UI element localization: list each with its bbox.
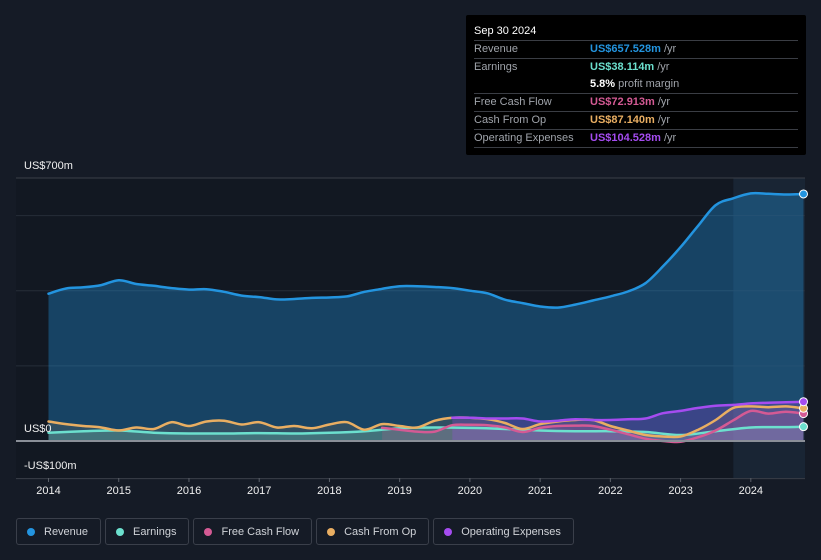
legend-dot-icon [444, 527, 453, 536]
tooltip-unit: /yr [663, 43, 677, 55]
tooltip-row-cash-from-op: Cash From Op US$87.140m /yr [474, 112, 798, 130]
y-tick-label-700: US$700m [24, 160, 73, 172]
tooltip-unit: /yr [663, 132, 677, 144]
legend-item-operating-expenses[interactable]: Operating Expenses [433, 518, 574, 545]
tooltip-value: 5.8% [590, 78, 616, 90]
tooltip-unit: profit margin [618, 78, 680, 90]
legend-dot-icon [204, 527, 213, 536]
legend-label: Operating Expenses [461, 525, 561, 538]
x-tick-label: 2021 [527, 485, 553, 497]
x-tick-label: 2017 [246, 485, 272, 497]
tooltip-value: US$38.114m [590, 61, 655, 73]
tooltip-row-operating-expenses: Operating Expenses US$104.528m /yr [474, 130, 798, 148]
tooltip-unit: /yr [657, 114, 671, 126]
tooltip-value: US$104.528m [590, 132, 661, 144]
tooltip-panel: Sep 30 2024 Revenue US$657.528m /yr Earn… [466, 15, 806, 155]
tooltip-label: Earnings [474, 61, 518, 73]
legend-item-cash-from-op[interactable]: Cash From Op [316, 518, 430, 545]
tooltip-date: Sep 30 2024 [474, 23, 798, 41]
x-tick-label: 2015 [106, 485, 131, 497]
legend-label: Cash From Op [344, 525, 417, 538]
chart-legend: Revenue Earnings Free Cash Flow Cash Fro… [16, 518, 574, 545]
x-tick-label: 2019 [387, 485, 412, 497]
legend-item-free-cash-flow[interactable]: Free Cash Flow [193, 518, 313, 545]
tooltip-row-free-cash-flow: Free Cash Flow US$72.913m /yr [474, 94, 798, 112]
x-tick-label: 2014 [36, 485, 61, 497]
tooltip-value: US$72.913m [590, 96, 655, 108]
legend-label: Revenue [44, 525, 89, 538]
tooltip-label: Revenue [474, 43, 519, 55]
x-tick-label: 2023 [668, 485, 693, 497]
legend-label: Earnings [133, 525, 177, 538]
legend-dot-icon [327, 527, 336, 536]
endpoint-earnings [799, 422, 808, 432]
x-tick-label: 2018 [317, 485, 342, 497]
tooltip-label: Cash From Op [474, 114, 547, 126]
y-tick-label-minus100: -US$100m [24, 460, 77, 472]
tooltip-row-revenue: Revenue US$657.528m /yr [474, 41, 798, 59]
legend-dot-icon [27, 527, 35, 536]
x-tick-label: 2022 [598, 485, 623, 497]
tooltip-value: US$87.140m [590, 114, 655, 126]
endpoint-operating-expenses [799, 397, 808, 407]
tooltip-unit: /yr [657, 96, 671, 108]
tooltip-label: Free Cash Flow [474, 96, 552, 108]
y-tick-label-0: US$0 [24, 423, 52, 435]
x-tick-label: 2020 [457, 485, 483, 497]
tooltip-label [474, 76, 590, 93]
legend-item-revenue[interactable]: Revenue [16, 518, 102, 545]
tooltip-label: Operating Expenses [474, 132, 574, 144]
legend-label: Free Cash Flow [221, 525, 300, 538]
legend-item-earnings[interactable]: Earnings [105, 518, 190, 545]
endpoint-revenue [799, 189, 808, 199]
tooltip-row-profit-margin: 5.8% profit margin [474, 76, 798, 94]
tooltip-row-earnings: Earnings US$38.114m /yr [474, 59, 798, 76]
tooltip-value: US$657.528m [590, 43, 661, 55]
tooltip-unit: /yr [657, 61, 670, 73]
legend-dot-icon [116, 527, 125, 536]
x-tick-label: 2016 [176, 485, 202, 497]
x-tick-label: 2024 [738, 485, 764, 497]
